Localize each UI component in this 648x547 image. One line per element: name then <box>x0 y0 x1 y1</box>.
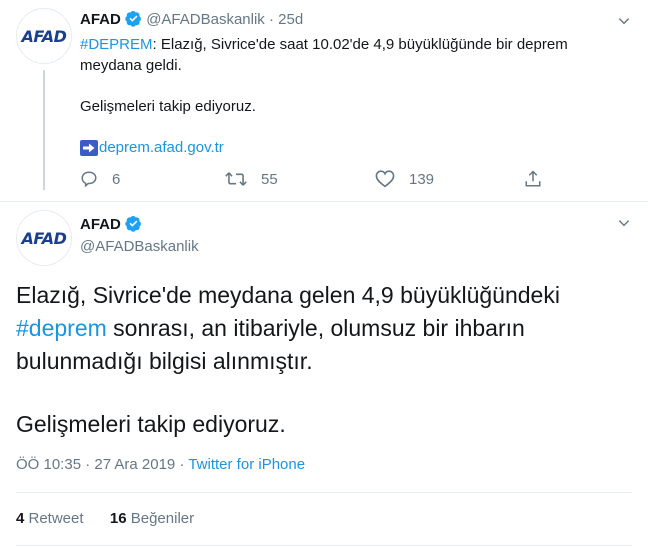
like-stat[interactable]: 16 Beğeniler <box>110 510 194 527</box>
verified-badge-icon <box>125 215 142 232</box>
avatar-logo-text: AFAD <box>21 26 67 46</box>
like-count: 139 <box>409 170 435 188</box>
reply-count: 6 <box>112 170 121 188</box>
tweet1-link-row[interactable]: deprem.afad.gov.tr <box>80 137 224 158</box>
share-action[interactable] <box>524 170 556 188</box>
tweet2-hashtag[interactable]: #deprem <box>16 315 107 341</box>
like-stat-count: 16 <box>109 510 127 527</box>
verified-badge-icon <box>125 10 141 27</box>
tweet2-author-name[interactable]: AFAD <box>80 216 121 233</box>
avatar-tweet1[interactable]: AFAD <box>16 8 72 64</box>
thread-line <box>43 70 45 190</box>
stats-divider-bottom <box>16 545 632 546</box>
share-icon <box>525 170 541 187</box>
avatar-tweet2[interactable]: AFAD <box>16 210 72 266</box>
arrow-right-icon <box>80 139 98 156</box>
tweet2-stats: 4 Retweet 16 Beğeniler <box>16 510 194 527</box>
tweet2-text: Elazığ, Sivrice'de meydana gelen 4,9 büy… <box>16 279 636 378</box>
tweet2-timestamp[interactable]: ÖÖ 10:35 · 27 Ara 2019 · <box>16 456 188 473</box>
tweet2-line1: Elazığ, Sivrice'de meydana gelen 4,9 büy… <box>16 282 560 308</box>
avatar-logo-text: AFAD <box>21 228 67 248</box>
tweet2-source[interactable]: Twitter for iPhone <box>188 456 305 473</box>
tweet1-link[interactable]: deprem.afad.gov.tr <box>99 137 224 158</box>
tweet1-text-line2: meydana geldi. <box>80 57 182 74</box>
like-icon <box>375 170 395 188</box>
tweet1-separator: · <box>268 11 274 28</box>
retweet-stat[interactable]: 4 Retweet <box>16 510 84 527</box>
retweet-count: 55 <box>261 170 278 188</box>
tweet2-para2: Gelişmeleri takip ediyoruz. <box>16 411 286 437</box>
tweet2-name-row: AFAD <box>80 215 142 234</box>
tweet2-line2-rest: sonrası, an itibariyle, olumsuz bir ihba… <box>106 315 525 341</box>
tweet1-text-rest: : Elazığ, Sivrice'de saat 10.02'de 4,9 b… <box>152 36 568 53</box>
tweet1-header: AFAD @AFADBaskanlik · 25d <box>80 10 303 28</box>
chevron-down-icon[interactable] <box>617 216 631 230</box>
retweet-icon <box>225 172 247 186</box>
stats-divider-top <box>16 492 632 493</box>
retweet-action[interactable]: 55 <box>225 170 278 188</box>
tweet2-meta: ÖÖ 10:35 · 27 Ara 2019 · Twitter for iPh… <box>16 456 305 473</box>
retweet-stat-label: Retweet <box>24 510 84 527</box>
tweet-divider <box>0 201 648 202</box>
reply-icon <box>81 171 97 188</box>
tweet2-handle[interactable]: @AFADBaskanlik <box>80 238 199 255</box>
tweet2-line3: bulunmadığı bilgisi alınmıştır. <box>16 348 313 374</box>
like-action[interactable]: 139 <box>375 170 434 188</box>
reply-action[interactable]: 6 <box>80 170 120 188</box>
tweet1-handle[interactable]: @AFADBaskanlik <box>146 11 265 28</box>
chevron-down-icon[interactable] <box>617 14 631 28</box>
like-stat-label: Beğeniler <box>126 510 195 527</box>
tweet1-hashtag[interactable]: #DEPREM <box>80 36 153 53</box>
tweet1-author-name[interactable]: AFAD <box>80 11 121 28</box>
tweet1-actions: 6 55 139 <box>80 170 550 192</box>
tweet1-text: #DEPREM: Elazığ, Sivrice'de saat 10.02'd… <box>80 34 620 76</box>
tweet1-time[interactable]: 25d <box>278 11 303 28</box>
tweet1-para2: Gelişmeleri takip ediyoruz. <box>80 98 256 115</box>
